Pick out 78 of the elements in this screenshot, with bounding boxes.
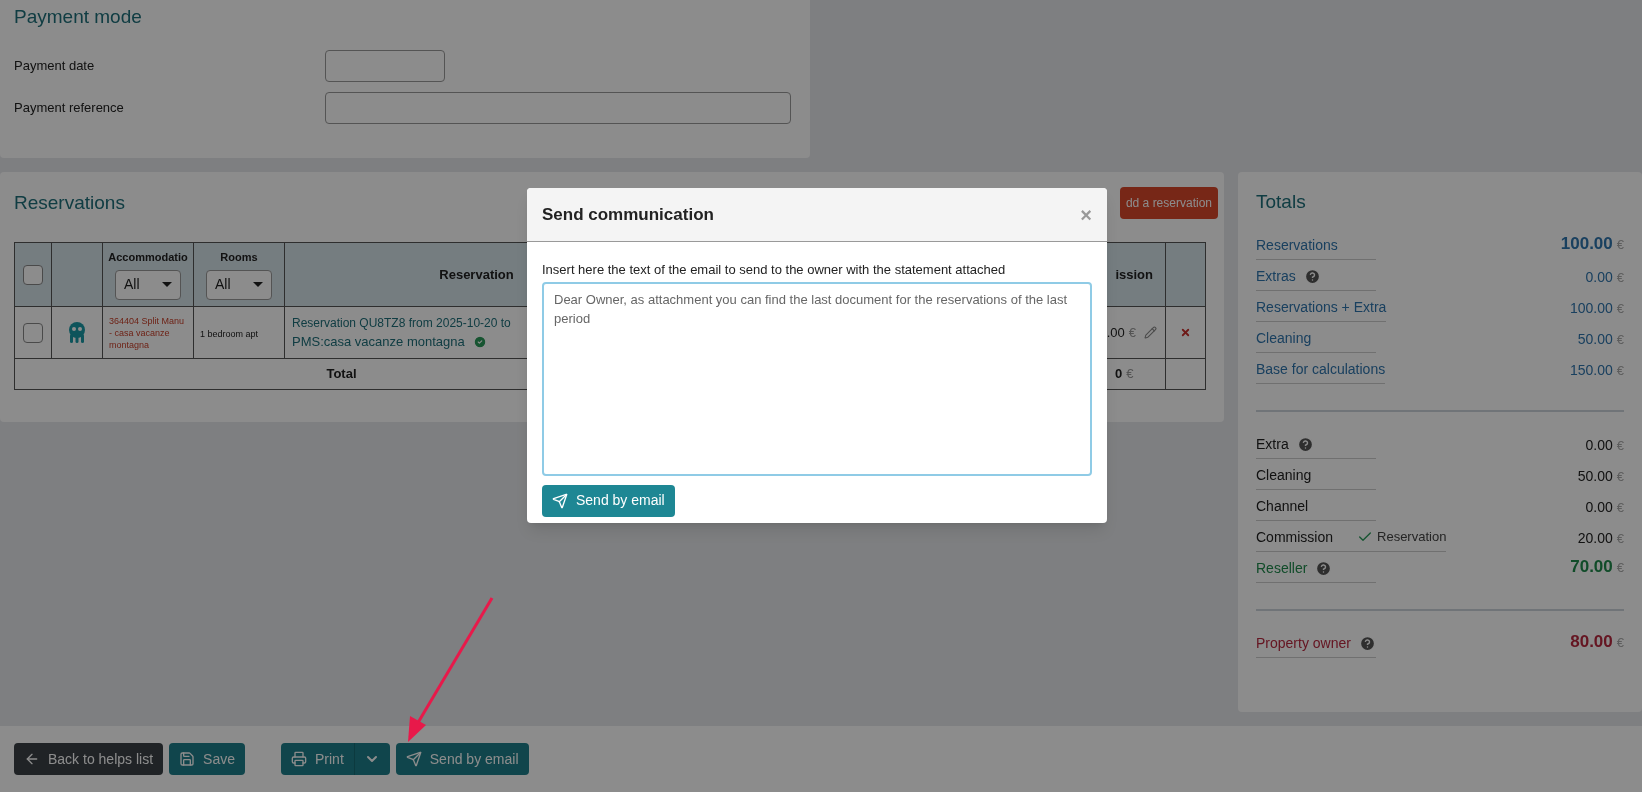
back-button[interactable]: Back to helps list [14,743,164,775]
paper-plane-icon [405,751,422,767]
total-value: 100.00 [1560,233,1613,255]
total-value: 70.00 [1570,556,1613,578]
total-label[interactable]: Base for calculations [1256,358,1386,380]
total-label: Total [326,366,357,382]
currency-sign: € [1616,299,1624,318]
help-icon[interactable] [1358,634,1376,652]
field-label: Payment date [14,56,96,75]
total-value: 50.00 [1577,466,1613,486]
close-button[interactable]: × [1080,204,1092,225]
total-value: 0.00 [1585,497,1613,517]
source-link[interactable]: PMS:casa vacanze montagna [292,331,465,352]
email-text-field[interactable]: Dear Owner, as attachment you can find the last document for the reservations of the last period [542,281,1092,476]
currency-sign: € [1616,361,1624,380]
total-label[interactable]: Cleaning [1256,327,1312,349]
currency-sign: € [1616,436,1624,455]
printer-icon [291,751,307,767]
email-button[interactable]: Send by email [395,743,529,775]
commission-total: 0 [1115,365,1123,384]
prompt-text: Insert here the text of the email to send to the owner with the statement attached [542,261,1007,279]
tag-label: Reservation [1377,528,1447,547]
total-label[interactable]: Reseller [1256,557,1308,579]
send-email-button[interactable]: Send by email [542,484,675,517]
arrow-left-icon [24,751,40,767]
currency-sign: € [1128,323,1136,342]
total-value: 0.00 [1585,435,1613,455]
currency-sign: € [1616,559,1624,577]
checkbox[interactable] [23,322,43,343]
checkbox[interactable] [23,264,43,285]
commission-value: .00 [1106,323,1125,342]
input-field[interactable] [325,49,445,82]
total-label[interactable]: Property owner [1256,632,1351,654]
input-field[interactable] [325,91,791,124]
field-label: Payment reference [14,98,125,117]
column-header: Accommodatio [107,250,189,265]
currency-sign: € [1616,529,1624,548]
help-icon[interactable] [1303,267,1321,285]
section-title: Totals [1256,190,1307,214]
help-icon[interactable] [1296,435,1314,453]
total-label: Commission [1256,527,1333,547]
total-value: 150.00 [1569,360,1613,380]
total-label[interactable]: Extras [1256,265,1296,287]
column-header: Rooms [219,250,259,265]
help-icon[interactable] [1315,559,1333,577]
delete-icon[interactable] [1180,327,1191,338]
total-label: Cleaning [1256,465,1312,485]
creature-icon [67,321,87,344]
currency-sign: € [1616,330,1624,349]
total-label: Extra [1256,434,1289,454]
modal-title: Send communication [542,203,714,226]
filter-dropdown[interactable]: All [115,269,181,300]
total-value: 100.00 [1569,298,1613,318]
total-label: Channel [1256,496,1309,516]
pencil-icon[interactable] [1144,326,1157,339]
currency-sign: € [1616,268,1624,287]
total-label[interactable]: Reservations [1256,234,1338,256]
section-title: Payment mode [14,5,143,29]
currency-sign: € [1126,365,1134,384]
print-options-button[interactable] [353,743,390,775]
currency-sign: € [1616,498,1624,517]
currency-sign: € [1616,467,1624,486]
section-title: Reservations [14,190,125,215]
room-name: 1 bedroom apt [200,328,259,339]
total-value: 50.00 [1577,329,1613,349]
add-reservation-button[interactable]: dd a reservation [1119,187,1218,219]
save-button[interactable]: Save [169,743,245,775]
paper-plane-icon [552,492,568,509]
currency-sign: € [1616,634,1624,652]
column-header: ission [1115,266,1153,282]
print-button[interactable]: Print [281,743,354,775]
filter-dropdown[interactable]: All [206,269,272,300]
total-value: 0.00 [1585,267,1613,287]
total-label[interactable]: Reservations + Extra [1256,296,1387,318]
total-value: 80.00 [1570,631,1613,653]
total-value: 20.00 [1577,528,1613,548]
currency-sign: € [1616,236,1624,254]
column-header: Reservation [439,266,514,282]
